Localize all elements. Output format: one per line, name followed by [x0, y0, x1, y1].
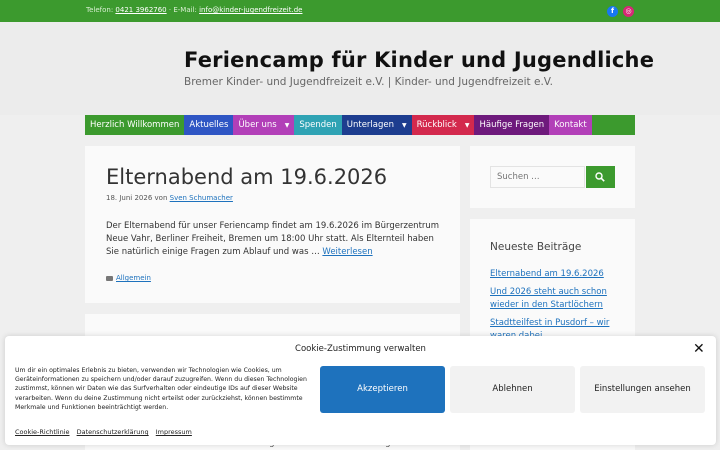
facebook-icon[interactable]: f: [607, 6, 618, 17]
nav-item[interactable]: Kontakt: [549, 115, 592, 135]
cookie-title: Cookie-Zustimmung verwalten: [295, 344, 426, 354]
post-title[interactable]: Elternabend am 19.6.2026: [106, 165, 387, 189]
close-icon[interactable]: ✕: [693, 341, 705, 357]
post-author-link[interactable]: Sven Schumacher: [170, 194, 233, 202]
search-input[interactable]: [490, 166, 585, 188]
email-label: · E-Mail:: [168, 6, 197, 14]
deny-button[interactable]: Ablehnen: [450, 366, 575, 413]
nav-item[interactable]: Über uns ▼: [233, 115, 295, 135]
nav-item[interactable]: Herzlich Willkommen: [85, 115, 185, 135]
cookie-policy-link[interactable]: Cookie-Richtlinie: [15, 428, 70, 436]
chevron-down-icon: ▼: [402, 122, 407, 129]
post-by: von: [154, 194, 168, 202]
imprint-link[interactable]: Impressum: [156, 428, 192, 436]
recent-post-link[interactable]: Und 2026 steht auch schon wieder in den …: [490, 286, 616, 312]
recent-post-link[interactable]: Elternabend am 19.6.2026: [490, 268, 616, 281]
phone-label: Telefon:: [86, 6, 114, 14]
top-bar: Telefon: 0421 3962760 · E-Mail: info@kin…: [0, 0, 720, 22]
site-description: Bremer Kinder- und Jugendfreizeit e.V. |…: [184, 76, 553, 88]
post-date[interactable]: 18. Juni 2026: [106, 194, 152, 202]
search-icon: [595, 172, 605, 182]
instagram-icon[interactable]: ◎: [623, 6, 634, 17]
cookie-consent-banner: Cookie-Zustimmung verwalten ✕ Um dir ein…: [5, 336, 716, 445]
nav-item[interactable]: Rückblick ▼: [411, 115, 475, 135]
post-meta: 18. Juni 2026 von Sven Schumacher: [106, 194, 233, 202]
preferences-button[interactable]: Einstellungen ansehen: [580, 366, 705, 413]
nav-item[interactable]: Häufige Fragen: [474, 115, 550, 135]
read-more-link[interactable]: Weiterlesen: [322, 247, 372, 257]
chevron-down-icon: ▼: [284, 122, 290, 129]
category-link[interactable]: Allgemein: [116, 274, 151, 282]
privacy-policy-link[interactable]: Datenschutzerklärung: [77, 428, 149, 436]
main-navigation: Herzlich Willkommen Aktuelles Über uns ▼ Spe…: [85, 115, 635, 135]
phone-link[interactable]: 0421 3962760: [115, 6, 166, 14]
nav-item[interactable]: Aktuelles: [184, 115, 234, 135]
cookie-links: Cookie-Richtlinie Datenschutzerklärung I…: [15, 428, 197, 436]
post-category: Allgemein: [106, 274, 151, 282]
chevron-down-icon: ▼: [464, 122, 470, 129]
nav-item[interactable]: Spenden: [294, 115, 342, 135]
folder-icon: [106, 275, 113, 281]
site-title[interactable]: Feriencamp für Kinder und Jugendliche: [184, 48, 654, 72]
email-link[interactable]: info@kinder-jugendfreizeit.de: [199, 6, 302, 14]
search-button[interactable]: [586, 166, 615, 188]
contact-info: Telefon: 0421 3962760 · E-Mail: info@kin…: [86, 6, 302, 14]
accept-button[interactable]: Akzeptieren: [320, 366, 445, 413]
recent-posts-title: Neueste Beiträge: [490, 241, 582, 253]
cookie-text: Um dir ein optimales Erlebnis zu bieten,…: [15, 367, 307, 411]
nav-item[interactable]: Unterlagen ▼: [341, 115, 412, 135]
post-excerpt: Der Elternabend für unser Feriencamp fin…: [106, 221, 440, 257]
